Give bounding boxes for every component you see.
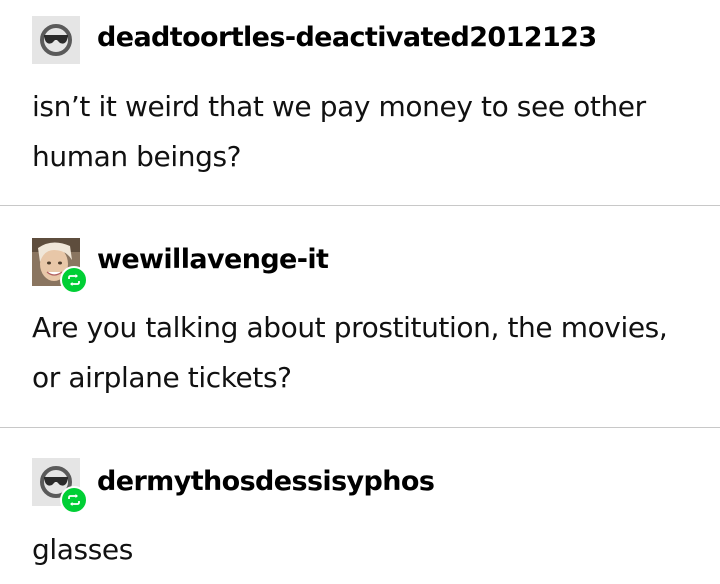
reblog-icon (60, 266, 88, 294)
avatar[interactable] (32, 458, 88, 514)
username[interactable]: deadtoortles-deactivated2012123 (97, 22, 597, 54)
avatar[interactable] (32, 238, 88, 294)
post-original: deadtoortles-deactivated2012123 isn’t it… (0, 0, 720, 205)
reblog-icon (60, 486, 88, 514)
post-text: glasses (32, 533, 133, 566)
post-reblog: dermythosdessisyphos glasses (0, 428, 720, 584)
post-text: isn’t it weird that we pay money to see … (32, 90, 646, 173)
avatar[interactable] (32, 16, 80, 64)
post-text: Are you talking about prostitution, the … (32, 311, 668, 394)
username[interactable]: wewillavenge-it (97, 244, 329, 276)
post-reblog: wewillavenge-it Are you talking about pr… (0, 206, 720, 427)
sunglasses-avatar-icon (32, 16, 80, 64)
username[interactable]: dermythosdessisyphos (97, 466, 435, 498)
